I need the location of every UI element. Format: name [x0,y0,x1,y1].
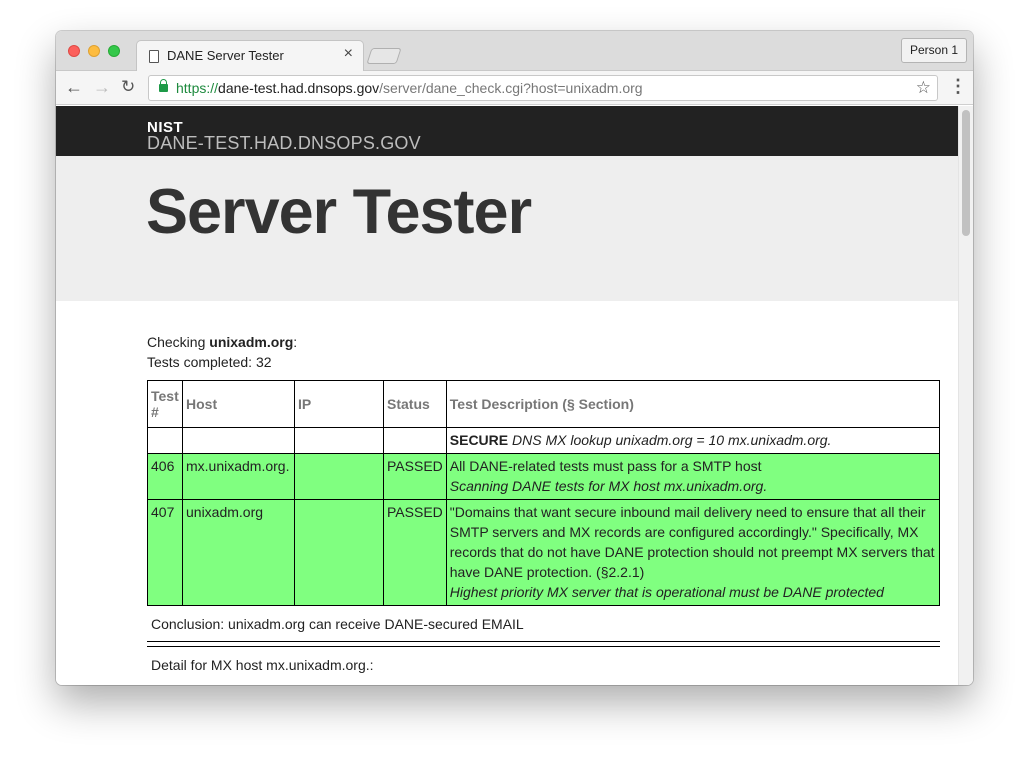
window-maximize-button[interactable] [108,45,120,57]
cell-status: PASSED [383,453,447,500]
checking-suffix: : [293,334,298,350]
site-banner: NIST DANE-TEST.HAD.DNSOPS.GOV [56,106,958,156]
reload-icon[interactable]: ↻ [121,77,135,97]
header-description: Test Description (§ Section) [445,380,941,428]
description-note: DNS MX lookup unixadm.org = 10 mx.unixad… [512,432,832,448]
browser-toolbar: ← → ↻ https://dane-test.had.dnsops.gov/s… [56,71,973,105]
cell-description: SECURE DNS MX lookup unixadm.org = 10 mx… [445,427,941,454]
cell-status: PASSED [383,499,447,606]
page-icon [149,50,159,63]
header-status: Status [383,380,447,428]
tests-completed: Tests completed: 32 [147,354,272,370]
description-text: All DANE-related tests must pass for a S… [449,458,762,474]
site-name[interactable]: DANE-TEST.HAD.DNSOPS.GOV [147,133,421,154]
url-path: /server/dane_check.cgi?host=unixadm.org [379,80,643,96]
url-host: dane-test.had.dnsops.gov [218,80,380,96]
new-tab-button[interactable] [366,48,402,64]
divider [147,641,940,642]
cell-description: "Domains that want secure inbound mail d… [445,499,941,606]
bookmark-star-icon[interactable]: ☆ [916,78,931,98]
conclusion-text: Conclusion: unixadm.org can receive DANE… [151,616,524,632]
cell-description: All DANE-related tests must pass for a S… [445,453,941,500]
checked-host: unixadm.org [209,334,294,350]
header-host: Host [182,380,295,428]
cell-ip [294,453,384,500]
browser-menu-icon[interactable]: ⋮ [949,76,967,96]
checking-prefix: Checking [147,334,210,350]
tab-title: DANE Server Tester [167,48,284,63]
header-test-num: Test # [147,380,183,428]
page-scrollbar[interactable] [958,106,973,685]
header-ip: IP [294,380,384,428]
description-note: Scanning DANE tests for MX host mx.unixa… [449,478,768,494]
url-text[interactable]: https://dane-test.had.dnsops.gov/server/… [176,80,643,96]
cell-test-num: 407 [147,499,183,606]
mx-detail-heading: Detail for MX host mx.unixadm.org.: [151,657,374,673]
address-bar[interactable]: https://dane-test.had.dnsops.gov/server/… [148,75,938,101]
table-row: 407 unixadm.org PASSED "Domains that wan… [147,499,941,606]
cell-ip [294,499,384,606]
cell-test-num [147,427,183,454]
forward-arrow-icon[interactable]: → [93,77,111,97]
window-close-button[interactable] [68,45,80,57]
profile-button[interactable]: Person 1 [900,38,967,63]
page-viewport: NIST DANE-TEST.HAD.DNSOPS.GOV Server Tes… [56,106,973,685]
results-content: Checking unixadm.org: Tests completed: 3… [147,332,941,674]
window-minimize-button[interactable] [88,45,100,57]
page-title: Server Tester [146,177,532,247]
tab-close-icon[interactable]: × [344,46,353,62]
cell-host [182,427,295,454]
browser-tab[interactable]: DANE Server Tester × [136,40,364,72]
description-note: Highest priority MX server that is opera… [449,584,884,600]
cell-host: mx.unixadm.org. [182,453,295,500]
table-row: SECURE DNS MX lookup unixadm.org = 10 mx… [147,427,941,454]
checking-line: Checking unixadm.org: [147,332,940,352]
tab-bar: DANE Server Tester × Person 1 [56,31,973,72]
cell-status [383,427,447,454]
results-table: Test # Host IP Status Test Description (… [147,380,941,606]
cell-ip [294,427,384,454]
back-arrow-icon[interactable]: ← [65,77,83,97]
secure-label: SECURE [449,432,509,448]
cell-host: unixadm.org [182,499,295,606]
description-text: "Domains that want secure inbound mail d… [449,504,935,580]
table-header-row: Test # Host IP Status Test Description (… [147,380,941,428]
hero-section: Server Tester [56,156,958,301]
browser-window: DANE Server Tester × Person 1 ← → ↻ http… [56,31,973,685]
lock-icon [159,79,168,92]
url-scheme: https:// [176,80,219,96]
table-row: 406 mx.unixadm.org. PASSED All DANE-rela… [147,453,941,500]
scrollbar-thumb[interactable] [962,110,970,236]
cell-test-num: 406 [147,453,183,500]
